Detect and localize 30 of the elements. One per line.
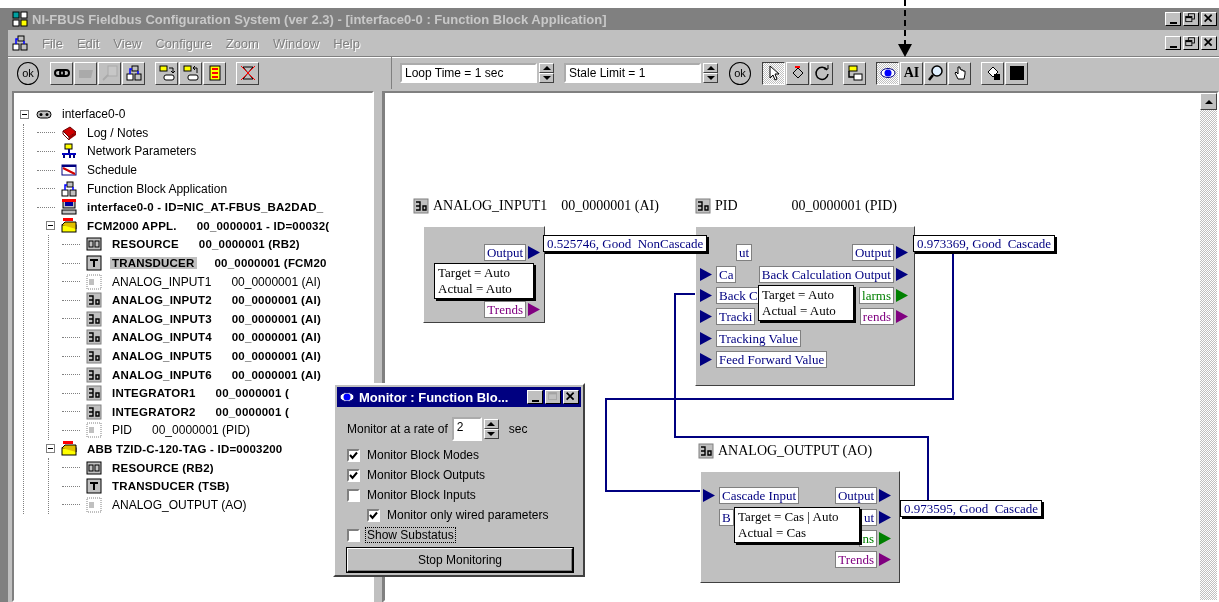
mode-text: Actual = Auto [762,303,837,319]
value-label: 0.973369, Good Cascade [913,235,1055,252]
block-title: ANALOG_INPUT1 [433,198,548,214]
tree-item-address: 00_0000001 (RB2) [198,238,300,251]
block-address: 00_0000001 (PID) [791,198,897,214]
tree-item-address: 00_0000001 (AI) [231,294,322,307]
tree-item-address: 00_0000001 (AI) [231,331,322,344]
block-address: 00_0000001 (AI) [561,198,659,214]
tree-item-address: 00_0000001 ( [215,387,289,400]
rate-label: Monitor at a rate of [347,422,448,436]
tree-item-address: 00_0000001 (AI) [231,350,322,362]
mode-text: Target = Auto [762,287,835,303]
tree-item-address: 00_0000001 (AI) [231,274,321,289]
mode-text: Actual = Auto [438,281,513,297]
tree-item-address: 00_0000001 (FCM20 [214,257,327,270]
tree-item-address: 00_0000001 (AI) [231,312,322,325]
mode-text: Target = Cas | Auto [738,509,840,525]
tree-item-address: 00_0000001 - ID=00032( [196,219,330,232]
tree-item-address: 00_0000001 (PID) [152,423,251,438]
dialog-title: Monitor : Function Blo... [359,389,509,405]
block-title: PID [715,198,738,214]
value-label: 0.525746, Good NonCascade [543,235,708,252]
tree-item-address: 00_0000001 (AI) [231,368,322,381]
value-label: 0.973595, Good Cascade [900,500,1042,517]
mode-text: Actual = Cas [738,525,807,541]
tree-item-address: 00_0000001 ( [215,405,289,418]
mode-text: Target = Auto [438,265,511,281]
rate-unit: sec [508,422,528,436]
window-title: NI-FBUS Fieldbus Configuration System (ver 2.3) - [interface0-0 : Function Block Application] [32,11,607,27]
block-title: ANALOG_OUTPUT (AO) [718,443,873,459]
